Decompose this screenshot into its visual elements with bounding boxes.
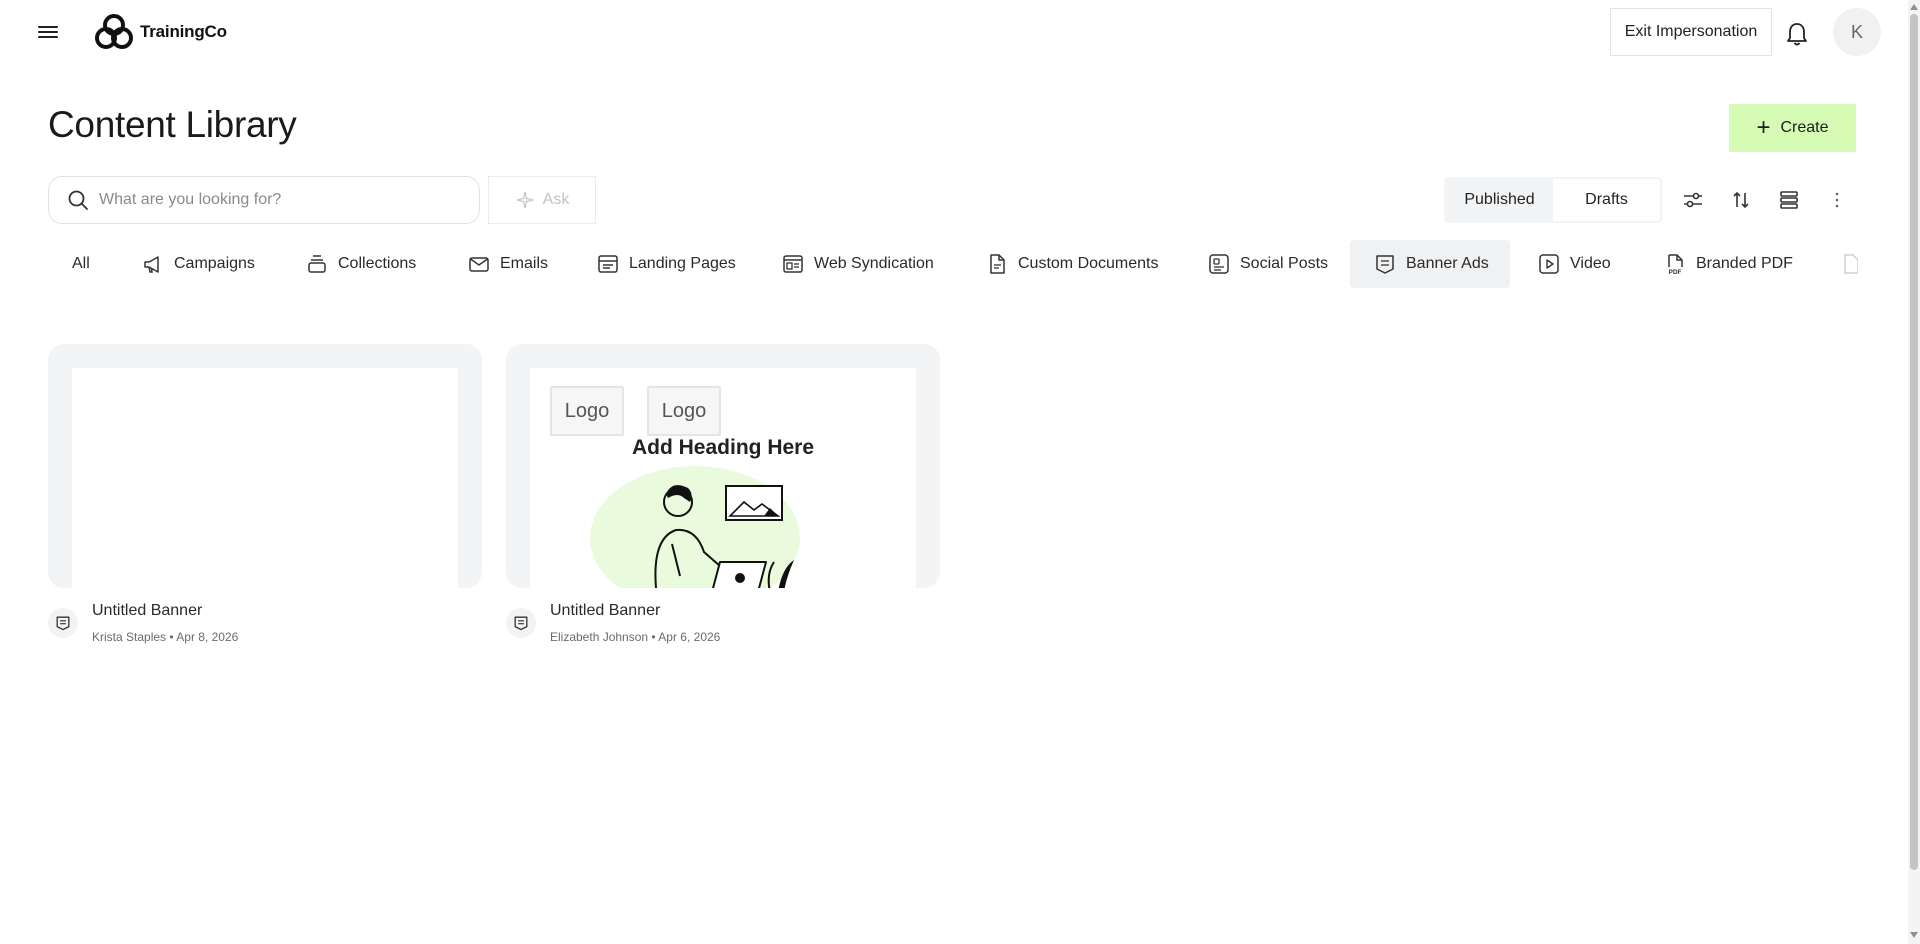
view-list-icon[interactable] <box>1777 188 1801 212</box>
tab-all[interactable]: All <box>48 240 114 288</box>
content-card[interactable]: Logo Logo Add Heading Here Untitled Bann… <box>506 344 940 660</box>
tab-label: Banner Ads <box>1406 255 1489 272</box>
user-avatar[interactable]: K <box>1833 8 1881 56</box>
ask-label: Ask <box>542 191 570 208</box>
banner-icon <box>1376 255 1394 274</box>
brand-name: TrainingCo <box>140 22 227 41</box>
hamburger-menu-icon[interactable] <box>34 20 62 44</box>
banner-icon <box>48 608 78 638</box>
sort-icon[interactable] <box>1729 188 1753 212</box>
exit-impersonation-button[interactable]: Exit Impersonation <box>1610 8 1772 56</box>
card-title[interactable]: Untitled Banner <box>550 602 660 620</box>
page-title: Content Library <box>48 104 297 145</box>
scroll-down-arrow-icon[interactable] <box>1910 932 1918 938</box>
filter-sliders-icon[interactable] <box>1681 188 1705 212</box>
tab-label: Campaigns <box>174 255 255 272</box>
scrollbar-thumb[interactable] <box>1910 14 1918 870</box>
svg-text:PDF: PDF <box>1669 269 1682 275</box>
banner-preview-blank <box>72 368 458 588</box>
pdf-icon: PDF <box>1668 254 1683 275</box>
tab-label: Landing Pages <box>629 255 736 272</box>
brand-mark-icon <box>95 14 133 49</box>
preview-logo-placeholder: Logo <box>647 386 721 436</box>
tab-landing-pages[interactable]: Landing Pages <box>597 240 737 288</box>
envelope-icon <box>469 257 489 272</box>
search-input[interactable] <box>99 191 459 209</box>
banner-preview: Logo Logo Add Heading Here <box>530 368 916 588</box>
ask-button[interactable]: Ask <box>488 176 596 224</box>
published-drafts-toggle: Published Drafts <box>1444 177 1662 223</box>
card-meta: Untitled Banner Krista Staples • Apr 8, … <box>48 600 482 660</box>
preview-heading: Add Heading Here <box>631 436 815 459</box>
tab-emails[interactable]: Emails <box>468 240 568 288</box>
tab-label: Video <box>1570 255 1611 272</box>
content-library-page: TrainingCo Exit Impersonation K Content … <box>0 0 1920 944</box>
tab-collections[interactable]: Collections <box>306 240 446 288</box>
card-thumbnail[interactable]: Logo Logo Add Heading Here <box>506 344 940 588</box>
notification-bell-icon[interactable] <box>1784 20 1810 48</box>
stack-icon <box>308 255 326 273</box>
tab-campaigns[interactable]: Campaigns <box>142 240 302 288</box>
tab-custom-documents[interactable]: Custom Documents <box>986 240 1166 288</box>
social-post-icon <box>1209 254 1229 274</box>
card-byline: Elizabeth Johnson • Apr 6, 2026 <box>550 630 720 644</box>
drafts-tab[interactable]: Drafts <box>1553 179 1660 221</box>
megaphone-icon <box>144 256 159 273</box>
card-date: Apr 8, 2026 <box>176 630 239 644</box>
play-icon <box>1539 254 1559 274</box>
published-tab[interactable]: Published <box>1446 179 1553 221</box>
tab-social-posts[interactable]: Social Posts <box>1208 240 1328 288</box>
tab-label: All <box>72 255 90 272</box>
plus-icon: + <box>1756 114 1771 141</box>
tab-label: Social Posts <box>1240 255 1329 272</box>
tab-label: Emails <box>500 255 549 272</box>
tab-video[interactable]: Video <box>1538 240 1628 288</box>
content-card[interactable]: Untitled Banner Krista Staples • Apr 8, … <box>48 344 482 660</box>
tab-web-syndication[interactable]: Web Syndication <box>782 240 942 288</box>
web-syndication-icon <box>783 255 803 273</box>
card-thumbnail[interactable] <box>48 344 482 588</box>
card-meta: Untitled Banner Elizabeth Johnson • Apr … <box>506 600 940 660</box>
top-bar: TrainingCo Exit Impersonation K <box>0 0 1908 64</box>
create-button[interactable]: + Create <box>1729 104 1856 152</box>
tab-label: Web Syndication <box>814 255 934 272</box>
tab-banner-ads[interactable]: Banner Ads <box>1350 240 1510 288</box>
tab-branded-pdf[interactable]: PDF Branded PDF <box>1664 240 1794 288</box>
vertical-scrollbar[interactable] <box>1908 0 1920 944</box>
card-byline: Krista Staples • Apr 8, 2026 <box>92 630 238 644</box>
search-icon <box>68 190 88 210</box>
content-type-tabs: All Campaigns Collections Emails Landing… <box>48 240 1858 288</box>
tab-overflow[interactable] <box>1842 240 1858 288</box>
preview-logo-placeholder: Logo <box>550 386 624 436</box>
document-icon <box>1844 254 1858 274</box>
card-date: Apr 6, 2026 <box>658 630 721 644</box>
document-icon <box>990 254 1005 274</box>
more-vertical-icon[interactable] <box>1825 188 1849 212</box>
search-box[interactable] <box>48 176 480 224</box>
scroll-up-arrow-icon[interactable] <box>1910 4 1918 10</box>
banner-icon <box>506 608 536 638</box>
sparkle-icon <box>516 191 533 209</box>
tab-label: Branded PDF <box>1696 255 1793 272</box>
card-title[interactable]: Untitled Banner <box>92 602 202 620</box>
card-author: Krista Staples <box>92 630 167 644</box>
tab-label: Custom Documents <box>1018 255 1159 272</box>
create-label: Create <box>1780 119 1829 136</box>
card-author: Elizabeth Johnson <box>550 630 649 644</box>
browser-page-icon <box>598 255 618 273</box>
tab-label: Collections <box>338 255 417 272</box>
person-with-laptop-illustration <box>590 466 800 588</box>
brand-logo[interactable]: TrainingCo <box>94 12 227 52</box>
